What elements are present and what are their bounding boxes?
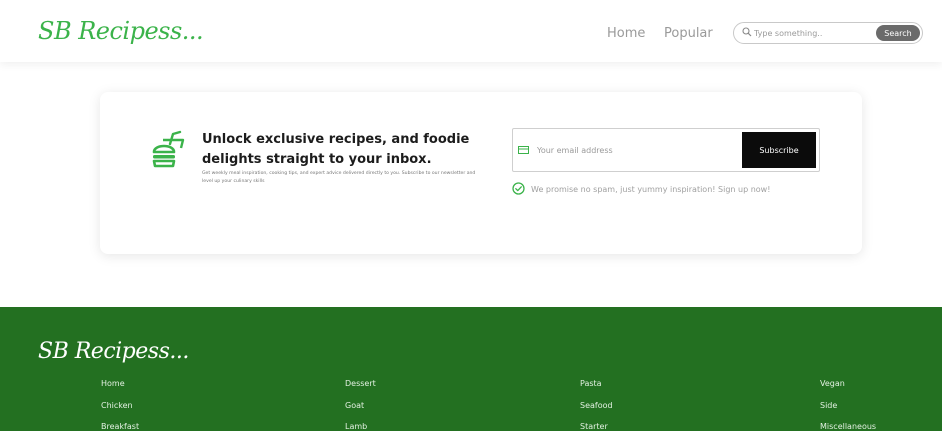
footer-link-miscellaneous[interactable]: Miscellaneous xyxy=(820,422,876,431)
search-box: Search xyxy=(733,22,923,44)
footer-link-side[interactable]: Side xyxy=(820,401,837,410)
footer-link-pasta[interactable]: Pasta xyxy=(580,379,602,388)
header-logo[interactable]: SB Recipess... xyxy=(38,17,204,45)
footer-link-starter[interactable]: Starter xyxy=(580,422,608,431)
footer-link-goat[interactable]: Goat xyxy=(345,401,364,410)
email-field[interactable] xyxy=(537,141,737,159)
nav-popular[interactable]: Popular xyxy=(664,26,713,41)
newsletter-title-line1: Unlock exclusive recipes, and foodie xyxy=(202,132,470,147)
mail-icon xyxy=(518,146,529,154)
burger-icon xyxy=(152,130,185,168)
footer-link-vegan[interactable]: Vegan xyxy=(820,379,845,388)
search-icon xyxy=(742,27,752,37)
footer-link-lamb[interactable]: Lamb xyxy=(345,422,367,431)
footer-link-breakfast[interactable]: Breakfast xyxy=(101,422,139,431)
footer-logo[interactable]: SB Recipess... xyxy=(38,339,189,364)
newsletter-card: Unlock exclusive recipes, and foodie del… xyxy=(100,92,862,254)
search-input[interactable] xyxy=(754,25,869,41)
subscribe-button[interactable]: Subscribe xyxy=(742,132,816,168)
search-button[interactable]: Search xyxy=(876,25,920,41)
newsletter-description: Get weekly meal inspiration, cooking tip… xyxy=(202,171,476,184)
check-circle-icon xyxy=(512,182,525,195)
footer-link-chicken[interactable]: Chicken xyxy=(101,401,133,410)
newsletter-title-line2: delights straight to your inbox. xyxy=(202,152,432,167)
promise-text: We promise no spam, just yummy inspirati… xyxy=(531,185,771,194)
site-footer: SB Recipess... Home Chicken Breakfast De… xyxy=(0,307,942,431)
nav-home[interactable]: Home xyxy=(607,26,645,41)
newsletter-title: Unlock exclusive recipes, and foodie del… xyxy=(202,130,492,170)
footer-link-dessert[interactable]: Dessert xyxy=(345,379,376,388)
email-form: Subscribe xyxy=(512,128,820,172)
footer-link-seafood[interactable]: Seafood xyxy=(580,401,613,410)
site-header: SB Recipess... Home Popular Search xyxy=(0,0,942,62)
footer-link-home[interactable]: Home xyxy=(101,379,125,388)
